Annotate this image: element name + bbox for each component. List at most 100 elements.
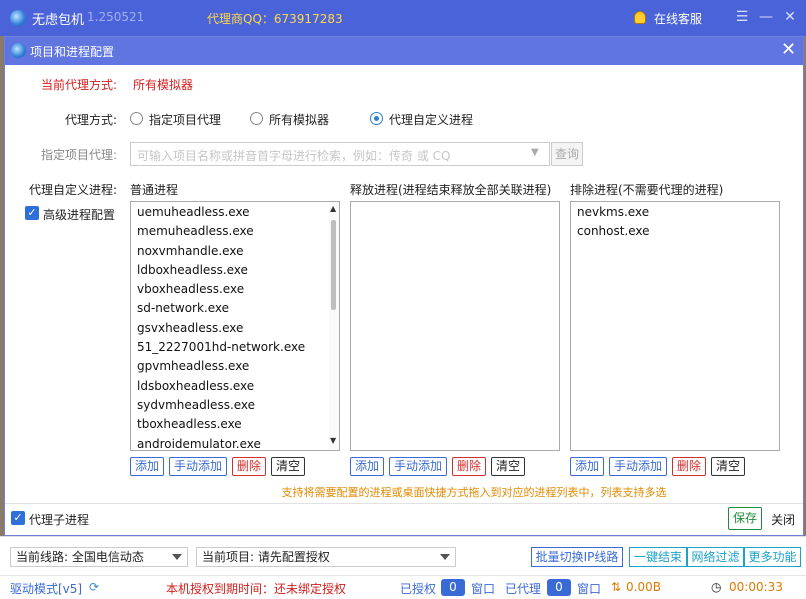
minimize-icon[interactable]: — bbox=[757, 8, 775, 26]
dialog-header: 项目和进程配置 ✕ bbox=[5, 37, 803, 65]
dialog-title: 项目和进程配置 bbox=[30, 45, 115, 59]
chevron-down-icon bbox=[440, 554, 450, 560]
list-item[interactable]: memuheadless.exe bbox=[131, 222, 339, 241]
exclude-manual-add-button[interactable]: 手动添加 bbox=[609, 457, 667, 476]
headset-icon[interactable] bbox=[634, 11, 646, 24]
current-mode-value: 所有模拟器 bbox=[133, 78, 194, 92]
release-clear-button[interactable]: 清空 bbox=[491, 457, 525, 476]
list-item[interactable]: nevkms.exe bbox=[571, 203, 779, 222]
child-process-label[interactable]: 代理子进程 bbox=[29, 511, 89, 528]
list-item[interactable]: androidemulator.exe bbox=[131, 435, 339, 450]
close-button[interactable]: 关闭 bbox=[771, 511, 795, 528]
batch-switch-ip-button[interactable]: 批量切换IP线路 bbox=[531, 547, 623, 567]
radio-project-mode-label[interactable]: 指定项目代理 bbox=[149, 111, 221, 128]
release-manual-add-button[interactable]: 手动添加 bbox=[389, 457, 447, 476]
online-service-link[interactable]: 在线客服 bbox=[654, 10, 702, 27]
refresh-icon[interactable]: ⟳ bbox=[89, 580, 99, 594]
line-select-value: 全国电信动态 bbox=[71, 550, 144, 564]
exclude-clear-button[interactable]: 清空 bbox=[711, 457, 745, 476]
list-item[interactable]: gpvmheadless.exe bbox=[131, 357, 339, 376]
radio-all-emulators-label[interactable]: 所有模拟器 bbox=[269, 111, 329, 128]
exclude-delete-button[interactable]: 删除 bbox=[672, 457, 706, 476]
more-functions-button[interactable]: 更多功能 bbox=[744, 547, 801, 567]
exclude-add-button[interactable]: 添加 bbox=[570, 457, 604, 476]
save-button[interactable]: 保存 bbox=[728, 507, 762, 530]
list-item[interactable]: noxvmhandle.exe bbox=[131, 242, 339, 261]
clock-icon: ◷ bbox=[711, 580, 722, 594]
status-bar: 驱动模式[v5] ⟳ 本机授权到期时间：还未绑定授权 已授权 0 窗口 已代理 … bbox=[0, 575, 806, 599]
project-select-label: 当前项目: bbox=[202, 550, 255, 564]
scrollbar[interactable]: ▲ ▼ bbox=[329, 202, 339, 450]
authorized-label: 已授权 bbox=[400, 582, 437, 596]
one-key-end-button[interactable]: 一键结束 bbox=[629, 547, 687, 567]
dialog-close-icon[interactable]: ✕ bbox=[781, 40, 796, 60]
child-process-checkbox[interactable]: ✓ bbox=[11, 511, 25, 525]
scroll-down-icon[interactable]: ▼ bbox=[330, 436, 336, 445]
proxied-count: 0 bbox=[547, 579, 571, 596]
license-status: 本机授权到期时间：还未绑定授权 bbox=[166, 582, 347, 596]
drag-hint: 支持将需要配置的进程或桌面快捷方式拖入到对应的进程列表中，列表支持多选 bbox=[281, 486, 667, 499]
window-label: 窗口 bbox=[471, 582, 496, 596]
traffic-value: 0.00B bbox=[626, 580, 661, 594]
exclude-process-list[interactable]: nevkms.exe conhost.exe bbox=[570, 201, 780, 451]
custom-process-label: 代理自定义进程: bbox=[28, 183, 117, 197]
project-config-dialog: 项目和进程配置 ✕ 当前代理方式: 所有模拟器 代理方式: 指定项目代理 所有模… bbox=[4, 36, 804, 536]
list-item[interactable]: gsvxheadless.exe bbox=[131, 319, 339, 338]
driver-mode: 驱动模式[v5] bbox=[10, 582, 83, 596]
radio-all-emulators[interactable] bbox=[250, 112, 263, 125]
network-filter-button[interactable]: 网络过滤 bbox=[687, 547, 744, 567]
mode-label: 代理方式: bbox=[64, 113, 117, 127]
chevron-down-icon[interactable]: ▼ bbox=[531, 147, 539, 158]
radio-project-mode[interactable] bbox=[130, 112, 143, 125]
advanced-config-checkbox[interactable]: ✓ bbox=[25, 206, 39, 220]
normal-delete-button[interactable]: 删除 bbox=[232, 457, 266, 476]
line-select-label: 当前线路: bbox=[16, 550, 69, 564]
scroll-up-icon[interactable]: ▲ bbox=[330, 204, 336, 213]
chevron-down-icon bbox=[172, 554, 182, 560]
app-logo-icon bbox=[10, 10, 26, 26]
app-version: 1.250521 bbox=[87, 10, 145, 24]
release-add-button[interactable]: 添加 bbox=[350, 457, 384, 476]
authorized-count: 0 bbox=[441, 579, 465, 596]
list-item[interactable]: vboxheadless.exe bbox=[131, 280, 339, 299]
advanced-config-label[interactable]: 高级进程配置 bbox=[43, 206, 115, 223]
project-search-input[interactable]: 可输入项目名称或拼音首字母进行检索，例如：传奇 或 CQ ▼ bbox=[130, 142, 550, 166]
menu-icon[interactable]: ☰ bbox=[733, 8, 751, 26]
agent-qq: 代理商QQ：673917283 bbox=[207, 12, 343, 26]
list-item[interactable]: ldsboxheadless.exe bbox=[131, 377, 339, 396]
list-item[interactable]: sydvmheadless.exe bbox=[131, 396, 339, 415]
normal-add-button[interactable]: 添加 bbox=[130, 457, 164, 476]
current-mode-label: 当前代理方式: bbox=[40, 78, 117, 92]
app-name: 无虑包机 bbox=[32, 13, 85, 28]
scroll-thumb[interactable] bbox=[331, 220, 336, 310]
divider bbox=[5, 503, 803, 504]
project-search-placeholder: 可输入项目名称或拼音首字母进行检索，例如：传奇 或 CQ bbox=[137, 149, 451, 163]
dialog-logo-icon bbox=[11, 43, 26, 58]
list-item[interactable]: ldboxheadless.exe bbox=[131, 261, 339, 280]
proxied-label: 已代理 bbox=[505, 582, 542, 596]
query-button[interactable]: 查询 bbox=[551, 142, 583, 166]
normal-process-title: 普通进程 bbox=[130, 183, 179, 197]
normal-manual-add-button[interactable]: 手动添加 bbox=[169, 457, 227, 476]
release-process-list[interactable] bbox=[350, 201, 560, 451]
app-title-bar: 无虑包机 1.250521 代理商QQ：673917283 在线客服 ☰ — ✕ bbox=[0, 0, 806, 36]
release-delete-button[interactable]: 删除 bbox=[452, 457, 486, 476]
window-label: 窗口 bbox=[577, 582, 602, 596]
exclude-process-title: 排除进程(不需要代理的进程) bbox=[570, 183, 724, 197]
project-select[interactable]: 当前项目: 请先配置授权 bbox=[196, 547, 456, 567]
radio-custom-process-label[interactable]: 代理自定义进程 bbox=[389, 111, 473, 128]
project-label: 指定项目代理: bbox=[40, 148, 117, 162]
list-item[interactable]: tboxheadless.exe bbox=[131, 415, 339, 434]
elapsed-time: 00:00:33 bbox=[729, 580, 783, 594]
line-select[interactable]: 当前线路: 全国电信动态 bbox=[10, 547, 188, 567]
close-window-icon[interactable]: ✕ bbox=[781, 8, 799, 26]
list-item[interactable]: sd-network.exe bbox=[131, 299, 339, 318]
project-select-value: 请先配置授权 bbox=[257, 550, 330, 564]
radio-custom-process[interactable] bbox=[370, 112, 383, 125]
list-item[interactable]: 51_2227001hd-network.exe bbox=[131, 338, 339, 357]
normal-clear-button[interactable]: 清空 bbox=[271, 457, 305, 476]
list-item[interactable]: uemuheadless.exe bbox=[131, 203, 339, 222]
list-item[interactable]: conhost.exe bbox=[571, 222, 779, 241]
release-process-title: 释放进程(进程结束释放全部关联进程) bbox=[350, 183, 552, 197]
normal-process-list[interactable]: uemuheadless.exe memuheadless.exe noxvmhan… bbox=[130, 201, 340, 451]
